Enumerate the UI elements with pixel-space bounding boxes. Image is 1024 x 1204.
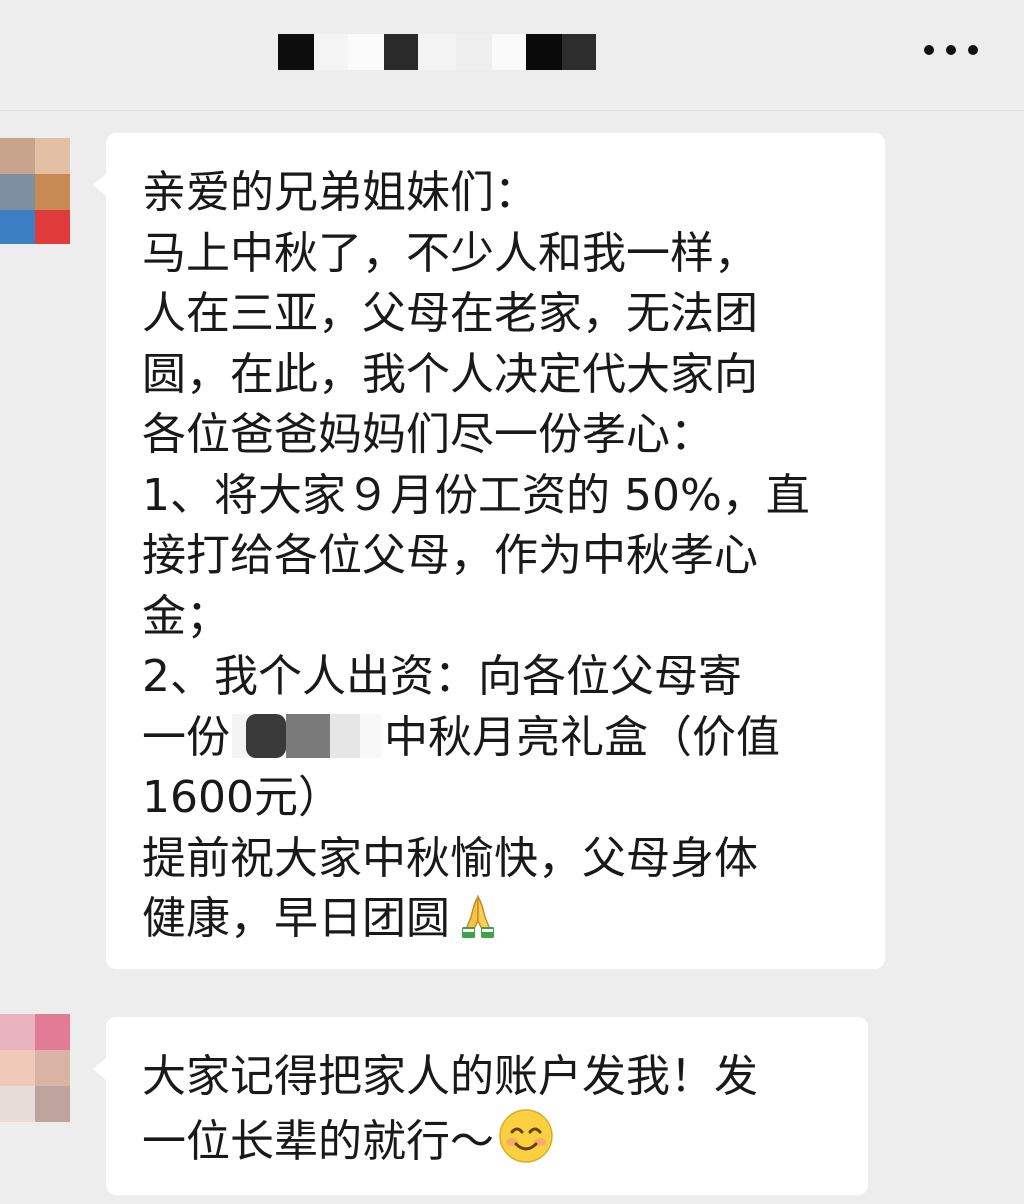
message-bubble[interactable]: 大家记得把家人的账户发我！发 一位长辈的就行～ xyxy=(93,1017,868,1195)
message-line: 一位长辈的就行～ xyxy=(142,1108,838,1181)
message-text: 一位长辈的就行～ xyxy=(142,1115,494,1167)
message-line: 提前祝大家中秋愉快，父母身体 xyxy=(142,832,758,884)
folded-hands-emoji xyxy=(454,893,502,958)
message-line: 2、我个人出资：向各位父母寄 xyxy=(142,651,742,702)
message-line: 金； xyxy=(142,590,230,642)
message-line: 一份 中秋月亮礼盒（价值 xyxy=(142,708,855,769)
message-line: 亲爱的兄弟姐妹们： xyxy=(142,167,538,218)
message-line: 大家记得把家人的账户发我！发 xyxy=(142,1051,758,1102)
message-line: 马上中秋了，不少人和我一样， xyxy=(142,227,758,279)
chat-title-redacted xyxy=(278,34,598,70)
message-line: 健康，早日团圆 xyxy=(142,889,855,958)
message-line: 各位爸爸妈妈们尽一份孝心： xyxy=(142,409,714,460)
sender-avatar[interactable] xyxy=(0,138,70,244)
chat-header xyxy=(0,0,1024,111)
message-text: 一份 xyxy=(142,711,230,763)
sender-avatar[interactable] xyxy=(0,1014,70,1124)
more-dots-icon[interactable] xyxy=(924,36,980,64)
smiling-face-emoji xyxy=(498,1108,554,1181)
message-line: 1、将大家９月份工资的 50%，直 xyxy=(142,469,810,521)
message-line: 人在三亚，父母在老家，无法团 xyxy=(142,288,758,339)
message-line: 1600元） xyxy=(142,772,342,823)
redacted-brand-name xyxy=(232,713,382,758)
message-bubble[interactable]: 亲爱的兄弟姐妹们： 马上中秋了，不少人和我一样， 人在三亚，父母在老家，无法团 … xyxy=(93,133,885,969)
message-line: 接打给各位父母，作为中秋孝心 xyxy=(142,530,758,581)
message-text: 健康，早日团圆 xyxy=(142,893,450,944)
message-text: 中秋月亮礼盒（价值 xyxy=(384,711,780,763)
message-line: 圆，在此，我个人决定代大家向 xyxy=(142,348,758,400)
